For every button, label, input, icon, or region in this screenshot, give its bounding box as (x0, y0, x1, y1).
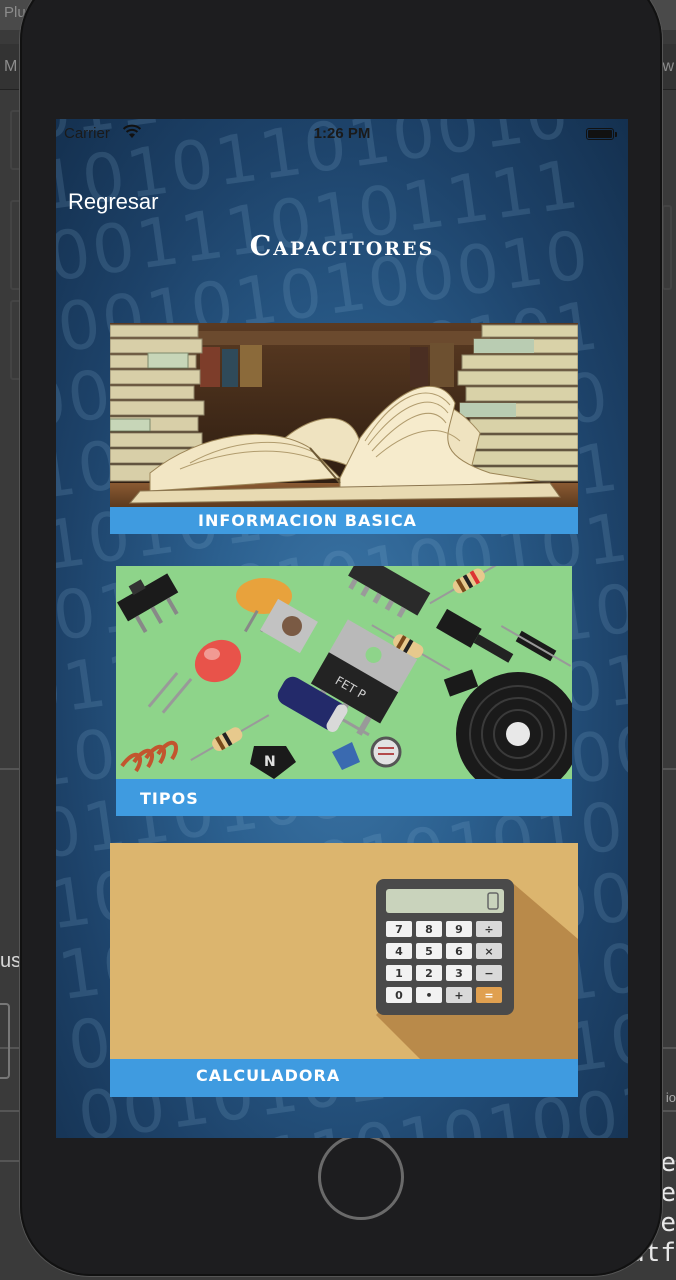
svg-text:÷: ÷ (484, 923, 493, 936)
svg-text:6: 6 (455, 945, 463, 958)
calculator-card[interactable]: 7 8 9 ÷ 4 5 6 × 1 2 3 − 0 • + = CALCULAD… (110, 843, 578, 1097)
svg-text:−: − (484, 967, 493, 980)
info-basic-label: INFORMACION BASICA (110, 507, 578, 534)
open-books-image (110, 323, 578, 507)
types-card[interactable]: FET P N TIPOS (116, 566, 572, 816)
svg-text:=: = (484, 989, 493, 1002)
svg-text:+: + (454, 989, 463, 1002)
svg-text:2: 2 (425, 967, 433, 980)
background-control (662, 205, 672, 290)
svg-text:×: × (484, 945, 493, 958)
svg-text:N: N (264, 754, 276, 770)
home-button[interactable] (318, 1134, 404, 1220)
svg-text:7: 7 (395, 923, 403, 936)
calculator-label: CALCULADORA (110, 1059, 578, 1097)
svg-text:4: 4 (395, 945, 403, 958)
svg-text:0: 0 (395, 989, 403, 1002)
background-field (0, 1003, 10, 1079)
electronic-components-image: FET P N (116, 566, 572, 779)
calculator-image: 7 8 9 ÷ 4 5 6 × 1 2 3 − 0 • + = (110, 843, 578, 1059)
svg-text:•: • (425, 989, 432, 1002)
status-time: 1:26 PM (313, 125, 371, 142)
background-right-text: io (665, 1090, 676, 1105)
svg-text:9: 9 (455, 923, 463, 936)
battery-icon (586, 128, 617, 140)
app-screen: 0101101010100010101011010010010011101011… (56, 119, 628, 1138)
types-label: TIPOS (116, 779, 572, 816)
svg-text:5: 5 (425, 945, 433, 958)
info-basic-card[interactable]: INFORMACION BASICA (110, 323, 578, 534)
back-button[interactable]: Regresar (68, 189, 158, 215)
svg-text:8: 8 (425, 923, 433, 936)
svg-text:3: 3 (455, 967, 463, 980)
page-title: Capacitores (249, 231, 435, 262)
svg-text:1: 1 (395, 967, 403, 980)
background-toolbar-left: M (4, 58, 18, 75)
status-bar: Carrier 1:26 PM (56, 119, 628, 147)
